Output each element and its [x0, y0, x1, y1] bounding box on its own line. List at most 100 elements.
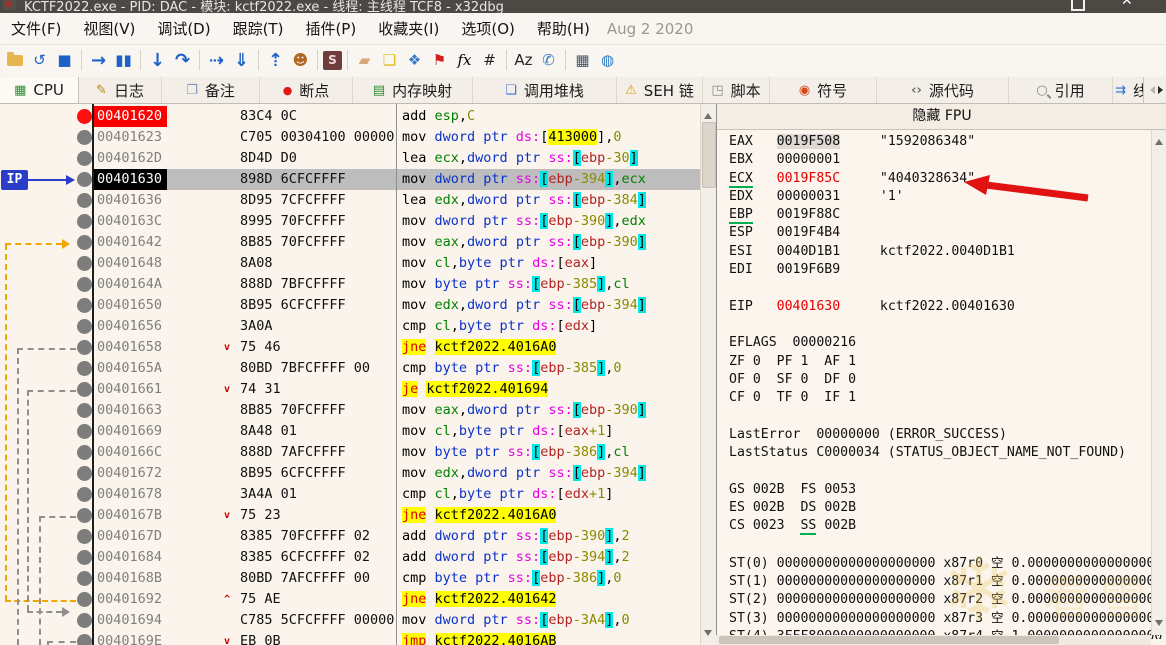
segment-row[interactable]: GS 002B FS 0053 — [729, 481, 1163, 499]
tab-符号[interactable]: 符号 — [770, 77, 877, 103]
tab-断点[interactable]: 断点 — [260, 77, 353, 103]
patches-icon[interactable]: ▰ — [353, 48, 376, 72]
register-row[interactable]: ECX 0019F85C "4040328634" — [729, 170, 1163, 188]
breakpoint-gutter-dot[interactable] — [77, 277, 92, 292]
menu-item[interactable]: 调试(D) — [146, 13, 221, 39]
breakpoint-gutter-dot[interactable] — [77, 319, 92, 334]
breakpoint-gutter-dot[interactable] — [77, 361, 92, 376]
calculator-icon[interactable]: ▦ — [571, 48, 594, 72]
menu-item[interactable]: 帮助(H) — [526, 13, 601, 39]
functions-icon[interactable]: fx — [453, 48, 476, 72]
breakpoint-gutter-dot[interactable] — [77, 403, 92, 418]
tab-scroll-left-icon[interactable] — [1146, 86, 1155, 94]
disasm-row[interactable]: 0040167D 8385 70FCFFFF 02 add dword ptr ss… — [0, 526, 700, 547]
tab-引用[interactable]: 引用 — [1009, 77, 1113, 103]
menu-item[interactable]: 跟踪(T) — [222, 13, 295, 39]
breakpoint-gutter-dot[interactable] — [77, 382, 92, 397]
registers-pane[interactable]: 隐藏 FPU EAX 0019F508 "1592086348" EBX 0000… — [716, 104, 1166, 645]
x87-register-row[interactable]: ST(0) 00000000000000000000 x87r0 空 0.000… — [729, 554, 1163, 572]
disasm-row[interactable]: 0040164A 888D 7BFCFFFF mov byte ptr ss:[eb… — [0, 274, 700, 295]
tab-内存映射[interactable]: 内存映射 — [353, 77, 473, 103]
scroll-down-icon[interactable] — [1155, 620, 1163, 630]
breakpoint-gutter-dot[interactable] — [77, 214, 92, 229]
column-separator[interactable] — [396, 104, 397, 645]
breakpoint-dot[interactable] — [77, 109, 92, 124]
execute-till-return-icon[interactable]: ⇡ — [264, 48, 287, 72]
scroll-up-icon[interactable] — [1155, 135, 1163, 145]
attach-icon[interactable]: ✆ — [537, 48, 560, 72]
hash-icon[interactable]: # — [478, 48, 501, 72]
flags-row[interactable]: ZF 0 PF 1 AF 1 — [729, 353, 1163, 371]
case-icon[interactable]: Az — [512, 48, 535, 72]
disassembly-scrollbar[interactable] — [700, 104, 716, 645]
register-row[interactable]: EDX 00000031 '1' — [729, 188, 1163, 206]
disasm-row[interactable]: 00401642 8B85 70FCFFFF mov eax,dword ptr s… — [0, 232, 700, 253]
scroll-up-icon[interactable] — [704, 109, 712, 119]
register-row[interactable]: EIP 00401630 kctf2022.00401630 — [729, 298, 1163, 316]
breakpoint-gutter-dot[interactable] — [77, 151, 92, 166]
last-error-row[interactable]: LastError 00000000 (ERROR_SUCCESS) — [729, 426, 1163, 444]
breakpoint-gutter-dot[interactable] — [77, 487, 92, 502]
breakpoint-gutter-dot[interactable] — [77, 424, 92, 439]
breakpoint-gutter-dot[interactable] — [77, 529, 92, 544]
tab-CPU[interactable]: CPU — [0, 77, 79, 103]
close-button[interactable]: ✕ — [1121, 0, 1133, 9]
breakpoint-gutter-dot[interactable] — [77, 592, 92, 607]
disasm-row[interactable]: 00401661 v 74 31 je kctf2022.401694 — [0, 379, 700, 400]
tab-SEH 链[interactable]: SEH 链 — [617, 77, 703, 103]
disasm-row[interactable]: 00401672 8B95 6CFCFFFF mov edx,dword ptr s… — [0, 463, 700, 484]
run-icon[interactable]: → — [87, 48, 110, 72]
flags-row[interactable]: CF 0 TF 0 IF 1 — [729, 389, 1163, 407]
tab-源代码[interactable]: 源代码 — [877, 77, 1009, 103]
menu-item[interactable]: 视图(V) — [72, 13, 146, 39]
disasm-row[interactable]: 00401636 8D95 7CFCFFFF lea edx,dword ptr s… — [0, 190, 700, 211]
disassembly-pane[interactable]: 00401620 83C4 0C add esp,C 00401623 C705 003… — [0, 104, 700, 645]
register-row[interactable]: EAX 0019F508 "1592086348" — [729, 133, 1163, 151]
disasm-row[interactable]: 00401663 8B85 70FCFFFF mov eax,dword ptr s… — [0, 400, 700, 421]
disasm-row[interactable]: 0040168B 80BD 7AFCFFFF 00 cmp byte ptr ss:… — [0, 568, 700, 589]
globe-icon[interactable]: ◍ — [596, 48, 619, 72]
segment-row[interactable]: ES 002B DS 002B — [729, 499, 1163, 517]
breakpoint-gutter-dot[interactable] — [77, 130, 92, 145]
register-row[interactable]: EBX 00000001 — [729, 151, 1163, 169]
disasm-row[interactable]: 0040169E v EB 0B jmp kctf2022.4016AB — [0, 631, 700, 645]
segment-row[interactable]: CS 0023 SS 002B — [729, 517, 1163, 536]
tab-脚本[interactable]: 脚本 — [703, 77, 770, 103]
menu-item[interactable]: 文件(F) — [0, 13, 72, 39]
disasm-row[interactable]: 00401692 ^ 75 AE jne kctf2022.401642 — [0, 589, 700, 610]
tab-scroll-buttons[interactable] — [1143, 77, 1166, 103]
breakpoint-gutter-dot[interactable] — [77, 508, 92, 523]
s-badge-icon[interactable]: S — [323, 50, 342, 70]
menu-item[interactable]: 收藏夹(I) — [367, 13, 450, 39]
breakpoint-gutter-dot[interactable] — [77, 193, 92, 208]
bookmarks-icon[interactable]: ⚑ — [428, 48, 451, 72]
tab-日志[interactable]: 日志 — [79, 77, 162, 103]
tab-调用堆栈[interactable]: 调用堆栈 — [473, 77, 617, 103]
disasm-row[interactable]: 00401658 v 75 46 jne kctf2022.4016A0 — [0, 337, 700, 358]
scroll-thumb[interactable] — [719, 636, 1059, 644]
disasm-row[interactable]: 0040165A 80BD 7BFCFFFF 00 cmp byte ptr ss:… — [0, 358, 700, 379]
step-out-icon[interactable]: ⇓ — [230, 48, 253, 72]
hide-fpu-header[interactable]: 隐藏 FPU — [717, 104, 1166, 130]
stop-icon[interactable]: ■ — [53, 48, 76, 72]
breakpoint-gutter-dot[interactable] — [77, 256, 92, 271]
register-row[interactable]: EDI 0019F6B9 — [729, 261, 1163, 279]
disasm-row[interactable]: 00401684 8385 6CFCFFFF 02 add dword ptr ss… — [0, 547, 700, 568]
menu-item[interactable]: 插件(P) — [294, 13, 367, 39]
tab-scroll-right-icon[interactable] — [1158, 86, 1166, 94]
disasm-row[interactable]: 00401630 898D 6CFCFFFF mov dword ptr ss:[e… — [0, 169, 700, 190]
breakpoint-gutter-dot[interactable] — [77, 298, 92, 313]
step-over-icon[interactable]: ↷ — [171, 48, 194, 72]
maximize-button[interactable] — [1071, 0, 1085, 11]
breakpoint-gutter-dot[interactable] — [77, 445, 92, 460]
disasm-row[interactable]: 0040162D 8D4D D0 lea ecx,dword ptr ss:[ebp… — [0, 148, 700, 169]
comments-icon[interactable]: ❏ — [378, 48, 401, 72]
x87-register-row[interactable]: ST(1) 00000000000000000000 x87r1 空 0.000… — [729, 572, 1163, 590]
registers-scrollbar[interactable] — [1151, 130, 1166, 635]
flags-row[interactable]: OF 0 SF 0 DF 0 — [729, 371, 1163, 389]
disasm-row[interactable]: 0040166C 888D 7AFCFFFF mov byte ptr ss:[eb… — [0, 442, 700, 463]
registers-hscrollbar[interactable] — [716, 635, 1151, 645]
disasm-row[interactable]: 00401669 8A48 01 mov cl,byte ptr ds:[eax+1… — [0, 421, 700, 442]
register-row[interactable]: ESI 0040D1B1 kctf2022.0040D1B1 — [729, 243, 1163, 261]
pause-icon[interactable]: ▮▮ — [112, 48, 135, 72]
